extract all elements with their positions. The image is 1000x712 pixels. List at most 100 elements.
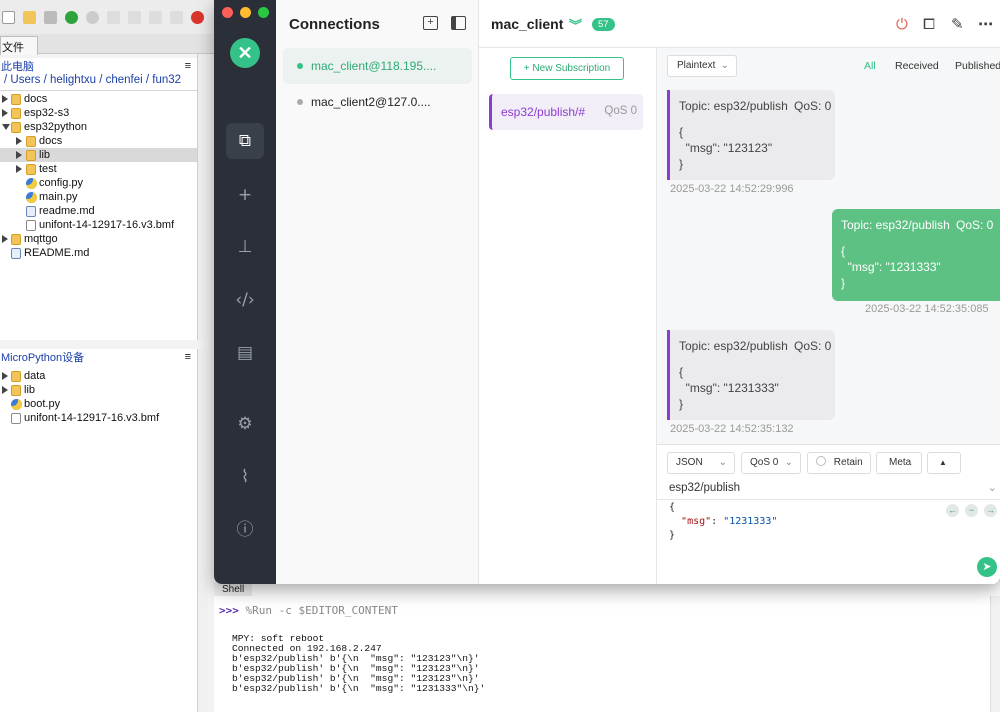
collapsed-arrow-icon[interactable] [16,137,22,145]
collapsed-arrow-icon[interactable] [16,151,22,159]
chevron-down-icon[interactable]: ⌄ [988,481,997,494]
publish-topic-input[interactable]: esp32/publish [657,478,1000,500]
collapsed-arrow-icon[interactable] [16,165,22,173]
minimize-window-button[interactable] [240,7,251,18]
retain-toggle[interactable]: Retain [807,452,871,474]
tab-files[interactable]: 文件 [0,36,38,55]
local-files-menu-icon[interactable]: ≡ [185,60,191,72]
received-message[interactable]: Topic: esp32/publish QoS: 0 { "msg": "12… [667,90,835,180]
send-message-button[interactable]: ➤ [977,557,997,577]
publish-qos-select[interactable]: QoS 0 ⌄ [741,452,801,474]
subscription-item[interactable]: esp32/publish/# QoS 0 [489,94,643,130]
local-files-panel: 此电脑 ≡ / Users / helightxu / chenfei / fu… [0,58,197,340]
file-tree-row[interactable]: lib [0,148,197,162]
save-icon[interactable] [44,10,57,24]
file-tree-row[interactable]: config.py [0,176,197,190]
file-tree-row[interactable]: boot.py [0,397,197,411]
payload-brace-close: } [669,530,676,541]
chevron-down-icon: ⌄ [718,457,727,468]
publish-payload-editor[interactable]: { "msg": "1231333" } [669,501,777,543]
disconnect-icon[interactable]: ⏻ [896,15,908,33]
local-files-scrollbar[interactable] [197,54,208,340]
collapsed-arrow-icon[interactable] [2,235,8,243]
meta-button[interactable]: Meta [876,452,922,474]
published-message[interactable]: Topic: esp32/publish QoS: 0 { "msg": "12… [832,209,1000,301]
file-tree-row[interactable]: mqttgo [0,232,197,246]
new-connection-icon[interactable]: + [423,16,438,30]
collapsed-arrow-icon[interactable] [2,109,8,117]
caret-up-icon: ▲ [939,458,947,467]
connection-header: mac_client ︾ 57 ⏻ ⧠ ✎ ⋯ [479,0,1000,48]
step-over-icon[interactable] [107,10,120,24]
new-subscription-button[interactable]: + New Subscription [510,57,624,80]
new-window-icon[interactable]: ⧠ [923,15,935,33]
file-icon [11,413,21,424]
topology-icon[interactable]: ⊥ [226,229,264,265]
collapsed-arrow-icon[interactable] [2,95,8,103]
history-prev-icon[interactable]: ← [946,504,959,517]
new-file-icon[interactable] [2,10,15,24]
about-icon[interactable]: ⓘ [226,512,264,548]
feed-icon[interactable]: ⌇ [226,459,264,495]
file-tree-row[interactable]: lib [0,383,197,397]
connections-icon[interactable]: ⧉ [226,123,264,159]
file-tree-row[interactable]: docs [0,134,197,148]
connected-status-dot [297,63,303,69]
collapsed-arrow-icon[interactable] [2,386,8,394]
file-tree-row[interactable]: README.md [0,246,197,260]
connection-item[interactable]: mac_client2@127.0.... [283,84,472,120]
subscription-topic: esp32/publish/# [501,105,586,119]
settings-icon[interactable]: ⚙ [226,406,264,442]
collapse-chevron-icon[interactable]: ︾ [569,15,582,34]
device-files-scrollbar[interactable] [197,349,208,712]
file-tree-row[interactable]: esp32-s3 [0,106,197,120]
shell-scrollbar[interactable] [990,596,1000,712]
resume-icon[interactable] [170,10,183,24]
filter-all[interactable]: All [864,60,876,72]
stop-icon[interactable] [191,10,204,24]
payload-format-select[interactable]: Plaintext ⌄ [667,55,737,77]
script-icon[interactable]: ‹/› [226,282,264,318]
device-files-menu-icon[interactable]: ≡ [185,351,191,363]
meta-label: Meta [889,457,912,468]
toggle-panel-icon[interactable] [451,16,466,30]
file-tree-row[interactable]: unifont-14-12917-16.v3.bmf [0,218,197,232]
filter-published[interactable]: Published [955,60,1000,72]
expand-publish-button[interactable]: ▲ [927,452,961,474]
messages-panel[interactable]: Plaintext ⌄ All Received Published Topic… [657,48,1000,444]
received-message[interactable]: Topic: esp32/publish QoS: 0 { "msg": "12… [667,330,835,420]
file-tree-row[interactable]: data [0,369,197,383]
expanded-arrow-icon[interactable] [2,124,10,130]
zoom-window-button[interactable] [258,7,269,18]
step-out-icon[interactable] [149,10,162,24]
file-tree-row[interactable]: docs [0,92,197,106]
step-into-icon[interactable] [128,10,141,24]
debug-icon[interactable] [86,10,99,24]
file-name: lib [24,384,36,396]
file-tree-row[interactable]: readme.md [0,204,197,218]
file-name: esp32-s3 [24,107,70,119]
more-icon[interactable]: ⋯ [978,15,993,33]
file-tree-row[interactable]: main.py [0,190,197,204]
file-tree-row[interactable]: unifont-14-12917-16.v3.bmf [0,411,197,425]
tab-shell[interactable]: Shell [214,582,252,596]
connection-item[interactable]: mac_client@118.195.... [283,48,472,84]
history-reset-icon[interactable]: − [965,504,978,517]
history-next-icon[interactable]: → [984,504,997,517]
local-path-breadcrumb[interactable]: / Users / helightxu / chenfei / fun32 [0,74,197,91]
folder-icon [11,122,21,133]
run-icon[interactable] [65,10,78,24]
log-icon[interactable]: ▤ [226,335,264,371]
close-window-button[interactable] [222,7,233,18]
collapsed-arrow-icon[interactable] [2,372,8,380]
mqttx-window: ✕ ⧉ + ⊥ ‹/› ▤ ⚙ ⌇ ⓘ Connections + mac_cl… [214,0,1000,584]
add-icon[interactable]: + [226,177,264,213]
publish-format-select[interactable]: JSON ⌄ [667,452,735,474]
folder-icon [11,108,21,119]
shell-panel[interactable]: Shell >>> %Run -c $EDITOR_CONTENT MPY: s… [214,582,1000,712]
edit-icon[interactable]: ✎ [951,15,964,33]
filter-received[interactable]: Received [895,60,939,72]
file-tree-row[interactable]: esp32python [0,120,197,134]
file-tree-row[interactable]: test [0,162,197,176]
open-folder-icon[interactable] [23,10,36,24]
